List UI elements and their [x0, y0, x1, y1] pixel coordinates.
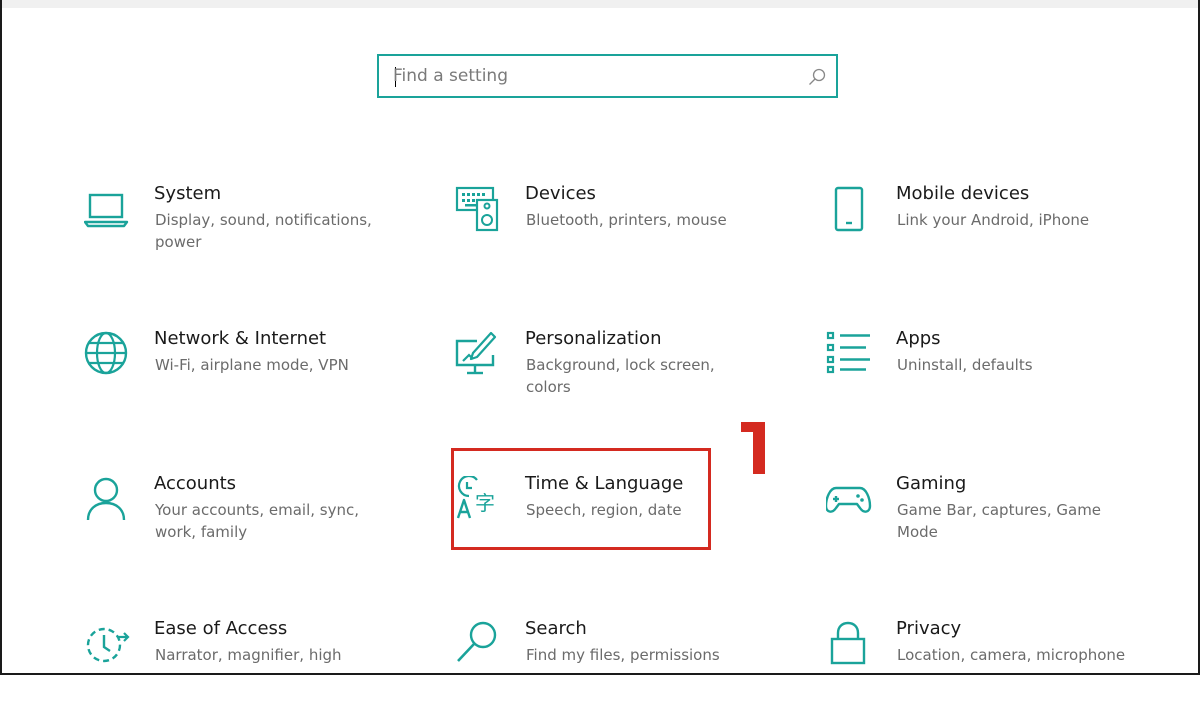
- tile-apps[interactable]: Apps Uninstall, defaults: [826, 328, 1146, 421]
- lock-icon: [830, 621, 866, 665]
- tile-gaming[interactable]: Gaming Game Bar, captures, Game Mode: [826, 473, 1146, 566]
- tile-title: Devices: [525, 183, 596, 204]
- keyboard-speaker-icon: [455, 186, 499, 232]
- tile-description: Link your Android, iPhone: [897, 211, 1090, 229]
- search-box[interactable]: [377, 54, 838, 98]
- tile-description: Wi-Fi, airplane mode, VPN: [155, 356, 349, 374]
- tile-personalization[interactable]: Personalization Background, lock screen,…: [455, 328, 775, 421]
- tile-description: Background, lock screen, colors: [526, 356, 715, 396]
- tile-description: Narrator, magnifier, high: [155, 646, 342, 664]
- tile-accounts[interactable]: Accounts Your accounts, email, sync, wor…: [84, 473, 404, 566]
- globe-icon: [84, 331, 128, 375]
- tile-network[interactable]: Network & Internet Wi-Fi, airplane mode,…: [84, 328, 404, 421]
- highlight-box: [451, 448, 711, 550]
- search-icon[interactable]: [808, 68, 826, 86]
- tile-devices[interactable]: Devices Bluetooth, printers, mouse: [455, 183, 775, 276]
- list-icon: [826, 331, 870, 374]
- tile-title: Personalization: [525, 328, 662, 349]
- tile-title: Apps: [896, 328, 941, 349]
- tile-privacy[interactable]: Privacy Location, camera, microphone: [826, 618, 1146, 711]
- tile-title: Ease of Access: [154, 618, 288, 639]
- phone-icon: [834, 186, 864, 232]
- gamepad-icon: [826, 486, 872, 513]
- paint-monitor-icon: [455, 331, 497, 375]
- step-number-marker: 1: [741, 422, 765, 474]
- ease-access-icon: [86, 627, 130, 663]
- tile-description: Bluetooth, printers, mouse: [526, 211, 727, 229]
- tile-description: Your accounts, email, sync, work, family: [155, 501, 360, 541]
- laptop-icon: [84, 193, 129, 228]
- tile-ease-of-access[interactable]: Ease of Access Narrator, magnifier, high: [84, 618, 404, 711]
- search-icon: [457, 621, 497, 662]
- tile-description: Location, camera, microphone: [897, 646, 1126, 664]
- search-input[interactable]: [393, 62, 793, 90]
- tile-title: Mobile devices: [896, 183, 1030, 204]
- tile-title: Search: [525, 618, 587, 639]
- tile-title: Privacy: [896, 618, 962, 639]
- tile-title: System: [154, 183, 222, 204]
- tile-description: Game Bar, captures, Game Mode: [897, 501, 1102, 541]
- tile-title: Accounts: [154, 473, 237, 494]
- tile-search[interactable]: Search Find my files, permissions: [455, 618, 775, 711]
- person-icon: [86, 477, 126, 521]
- tile-title: Network & Internet: [154, 328, 327, 349]
- tile-description: Find my files, permissions: [526, 646, 720, 664]
- tile-mobile-devices[interactable]: Mobile devices Link your Android, iPhone: [826, 183, 1146, 276]
- tile-description: Display, sound, notifications, power: [155, 211, 372, 251]
- tile-system[interactable]: System Display, sound, notifications, po…: [84, 183, 404, 276]
- tile-description: Uninstall, defaults: [897, 356, 1033, 374]
- tile-title: Gaming: [896, 473, 967, 494]
